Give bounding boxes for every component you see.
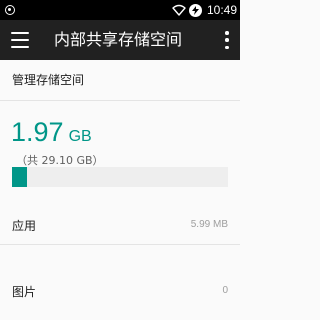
used-unit: GB	[68, 128, 92, 145]
wifi-icon	[172, 4, 186, 16]
category-images-label[interactable]: 图片	[12, 283, 36, 300]
divider	[0, 100, 240, 101]
status-time: 10:49	[206, 3, 237, 17]
battery-charging-icon	[188, 3, 202, 17]
total-storage-text: （共 29.10 GB）	[16, 154, 104, 167]
divider	[0, 244, 240, 245]
sync-circle-icon	[5, 5, 15, 15]
category-images-value: 0	[222, 285, 228, 296]
status-bar: 10:49	[0, 0, 240, 20]
app-bar: 内部共享存储空间	[0, 20, 240, 60]
manage-storage-item[interactable]: 管理存储空间	[12, 71, 84, 88]
used-storage-summary: 1.97 GB	[11, 117, 92, 147]
category-apps-value: 5.99 MB	[190, 219, 228, 230]
more-vert-icon[interactable]	[224, 31, 230, 49]
category-apps-label[interactable]: 应用	[12, 217, 36, 234]
used-value: 1.97	[11, 117, 64, 147]
hamburger-menu-icon[interactable]	[11, 32, 29, 48]
storage-progress-fill	[12, 167, 27, 187]
storage-progress-bar	[12, 167, 228, 187]
page-title: 内部共享存储空间	[54, 30, 183, 49]
status-icons: 10:49	[172, 2, 237, 18]
